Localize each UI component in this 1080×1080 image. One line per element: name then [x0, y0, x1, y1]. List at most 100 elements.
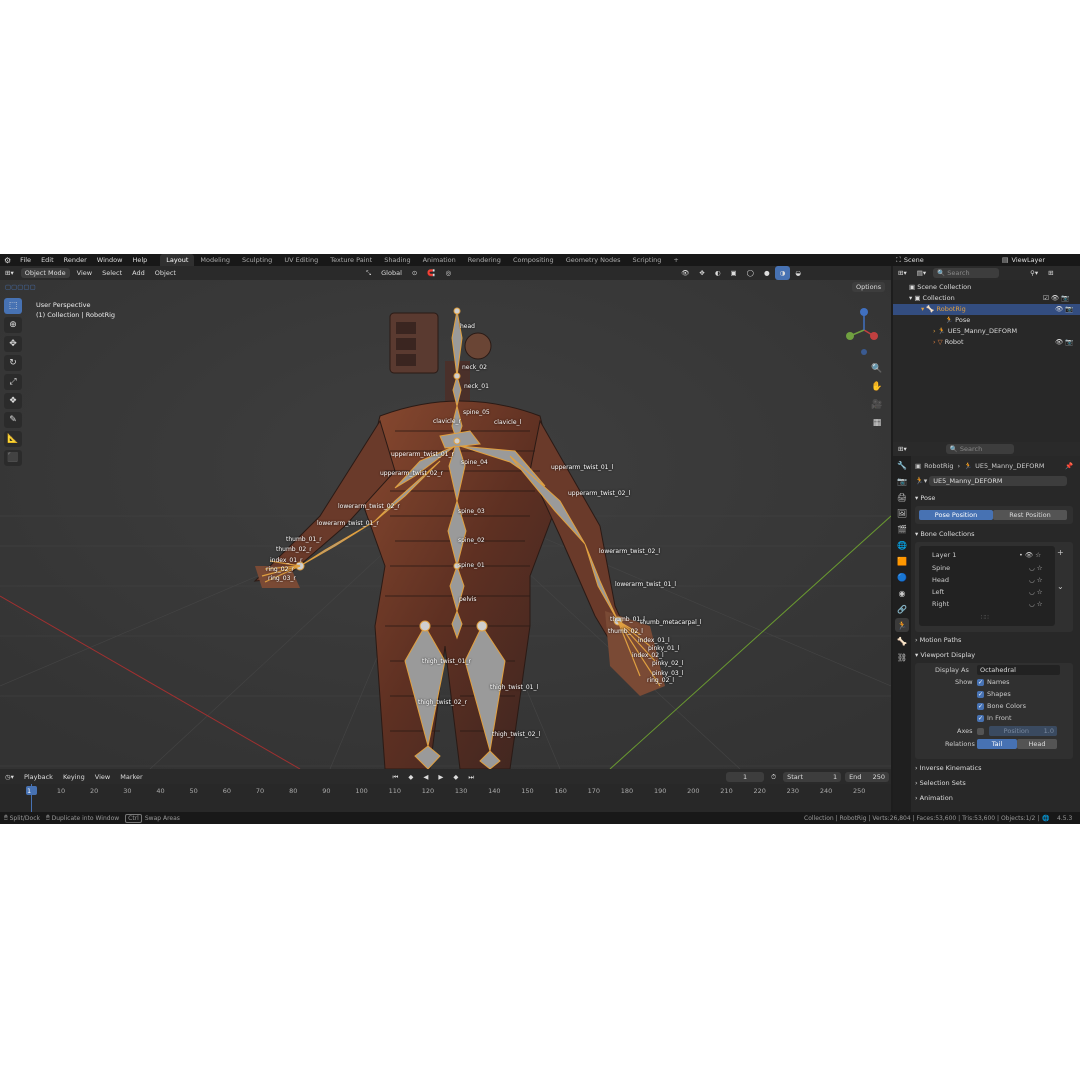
checkbox-icon[interactable]: ☑ 👁 📷 — [1043, 293, 1069, 304]
properties-editor[interactable]: ⊞▾ 🔍 Search 🔧 📷 🖨 🖼 🎬 🌐 🟧 🔵 ◉ 🔗 🏃 🦴 ⛓ ▣ … — [893, 442, 1080, 812]
menu-playback[interactable]: Playback — [19, 770, 58, 784]
menu-object[interactable]: Object — [150, 266, 181, 280]
tab-shading[interactable]: Shading — [378, 254, 416, 266]
menu-keying[interactable]: Keying — [58, 770, 90, 784]
viewport-scene[interactable] — [0, 266, 891, 769]
selection-sets-header[interactable]: › Selection Sets — [915, 777, 1073, 790]
start-frame-field[interactable]: Start 1 — [783, 771, 842, 782]
options-button[interactable]: Options — [852, 282, 886, 292]
outliner[interactable]: ⊞▾ ▤▾ 🔍 Search ⚲▾ ⊞ ▣ Scene Collection ▾… — [893, 266, 1080, 452]
properties-search[interactable]: 🔍 Search — [945, 444, 1014, 454]
list-item[interactable]: Spine ◡ ☆ — [923, 563, 1053, 574]
timeline-editor-icon[interactable]: ◷▾ — [0, 770, 19, 784]
editor-type-icon[interactable]: ⊞▾ — [0, 266, 19, 280]
axes-position-slider[interactable]: Position 1.0 — [989, 726, 1057, 736]
axes-checkbox[interactable] — [977, 728, 984, 735]
prev-keyframe-icon[interactable]: ◆ — [403, 770, 418, 784]
add-collection-icon[interactable]: + — [1057, 548, 1064, 557]
list-item[interactable]: Head ◡ ☆ — [923, 575, 1053, 586]
add-cube-tool-icon[interactable]: ⬛ — [4, 450, 22, 466]
modifier-tab-icon[interactable]: 🔵 — [895, 570, 909, 584]
render-tab-icon[interactable]: 📷 — [895, 474, 909, 488]
menu-render[interactable]: Render — [59, 254, 92, 266]
object-tab-icon[interactable]: 🟧 — [895, 554, 909, 568]
outliner-search[interactable]: 🔍 Search — [933, 268, 1000, 278]
bone-collections-list[interactable]: Layer 1 • 👁 ☆ Spine ◡ ☆ Head ◡ ☆ Left ◡ ☆ Ri… — [919, 546, 1055, 626]
outliner-row-scene-collection[interactable]: ▣ Scene Collection — [893, 282, 1080, 293]
world-tab-icon[interactable]: 🌐 — [895, 538, 909, 552]
properties-editor-icon[interactable]: ⊞▾ — [893, 442, 912, 456]
zoom-icon[interactable]: 🔍 — [869, 361, 885, 377]
overlay-icon[interactable]: ◐ — [710, 266, 726, 280]
camera-icon[interactable]: 🎥 — [869, 397, 885, 413]
list-item[interactable]: Right ◡ ☆ — [923, 599, 1053, 610]
scene-selector[interactable]: Scene — [904, 256, 954, 264]
tab-scripting[interactable]: Scripting — [627, 254, 668, 266]
eye-icon[interactable]: ◡ ☆ — [1029, 599, 1043, 610]
display-mode-icon[interactable]: ▤▾ — [912, 266, 931, 280]
list-item[interactable]: Left ◡ ☆ — [923, 587, 1053, 598]
shading-rendered-icon[interactable]: ◒ — [790, 266, 806, 280]
menu-window[interactable]: Window — [92, 254, 128, 266]
menu-view[interactable]: View — [72, 266, 97, 280]
show-names-checkbox[interactable]: ✓ Names — [977, 678, 1010, 686]
tab-rendering[interactable]: Rendering — [462, 254, 507, 266]
current-frame-field[interactable]: 1 — [726, 771, 765, 782]
relations-head-button[interactable]: Head — [1017, 739, 1057, 749]
new-collection-icon[interactable]: ⊞ — [1043, 266, 1058, 280]
tab-animation[interactable]: Animation — [417, 254, 462, 266]
bone-constraint-tab-icon[interactable]: ⛓ — [895, 650, 909, 664]
filter-icon[interactable]: ⚲▾ — [1025, 266, 1043, 280]
timeline[interactable]: ◷▾ Playback Keying View Marker ⏮ ◆ ◀ ▶ ◆… — [0, 769, 891, 812]
bone-tab-icon[interactable]: 🦴 — [895, 634, 909, 648]
play-icon[interactable]: ▶ — [433, 770, 448, 784]
inverse-kinematics-header[interactable]: › Inverse Kinematics — [915, 762, 1073, 775]
3d-viewport[interactable]: head neck_02 neck_01 spine_05 clavicle_r… — [0, 266, 891, 769]
end-frame-field[interactable]: End 250 — [845, 771, 890, 782]
clock-icon[interactable]: ⏱ — [766, 770, 781, 784]
visibility-icon[interactable]: 👁 — [676, 266, 694, 280]
collection-menu-icon[interactable]: ⌄ — [1057, 582, 1064, 591]
list-resize-handle[interactable]: ∷∷ — [981, 614, 989, 621]
outliner-row-robot[interactable]: › ▽ Robot 👁 📷 — [893, 337, 1080, 348]
scene-tab-icon[interactable]: 🎬 — [895, 522, 909, 536]
jump-end-icon[interactable]: ⏭ — [463, 770, 479, 784]
constraints-tab-icon[interactable]: 🔗 — [895, 602, 909, 616]
physics-tab-icon[interactable]: ◉ — [895, 586, 909, 600]
tab-compositing[interactable]: Compositing — [507, 254, 560, 266]
cursor-tool-icon[interactable]: ⊕ — [4, 317, 22, 333]
menu-help[interactable]: Help — [127, 254, 152, 266]
motion-paths-header[interactable]: › Motion Paths — [915, 634, 1073, 647]
navigation-gizmo[interactable] — [842, 306, 887, 356]
tab-texture-paint[interactable]: Texture Paint — [324, 254, 378, 266]
tab-modeling[interactable]: Modeling — [194, 254, 236, 266]
armature-data-tab-icon[interactable]: 🏃 — [895, 618, 909, 632]
select-tool-icon[interactable]: ⬚ — [4, 298, 22, 314]
view-layer-tab-icon[interactable]: 🖼 — [895, 506, 909, 520]
outliner-row-collection[interactable]: ▾ ▣ Collection ☑ 👁 📷 — [893, 293, 1080, 304]
data-name-field[interactable]: UE5_Manny_DEFORM — [929, 475, 1068, 486]
eye-icon[interactable]: ◡ ☆ — [1029, 575, 1043, 586]
list-item[interactable]: Layer 1 • 👁 ☆ — [923, 550, 1053, 561]
solo-eye-icon[interactable]: • 👁 ☆ — [1019, 550, 1041, 561]
next-keyframe-icon[interactable]: ◆ — [448, 770, 463, 784]
select-box-icon[interactable]: ▢▢▢▢▢ — [0, 280, 41, 294]
scale-tool-icon[interactable]: ⤢ — [4, 374, 22, 390]
transform-tool-icon[interactable]: ❖ — [4, 393, 22, 409]
show-shapes-checkbox[interactable]: ✓ Shapes — [977, 690, 1011, 698]
menu-timeline-view[interactable]: View — [90, 770, 115, 784]
shading-wireframe-icon[interactable]: ◯ — [742, 266, 759, 280]
add-workspace-icon[interactable]: + — [667, 254, 684, 266]
play-reverse-icon[interactable]: ◀ — [418, 770, 433, 784]
show-bone-colors-checkbox[interactable]: ✓ Bone Colors — [977, 702, 1026, 710]
transform-orientation[interactable]: Global — [376, 266, 407, 280]
animation-header[interactable]: › Animation — [915, 792, 1073, 805]
relations-tail-button[interactable]: Tail — [977, 739, 1017, 749]
jump-start-icon[interactable]: ⏮ — [388, 770, 404, 784]
tab-layout[interactable]: Layout — [160, 254, 195, 266]
outliner-row-ue5-manny[interactable]: › 🏃 UE5_Manny_DEFORM — [893, 326, 1080, 337]
blender-logo-icon[interactable]: ⚙ — [0, 256, 15, 265]
eye-icon[interactable]: 👁 📷 — [1055, 337, 1073, 348]
menu-select[interactable]: Select — [97, 266, 127, 280]
move-tool-icon[interactable]: ✥ — [4, 336, 22, 352]
